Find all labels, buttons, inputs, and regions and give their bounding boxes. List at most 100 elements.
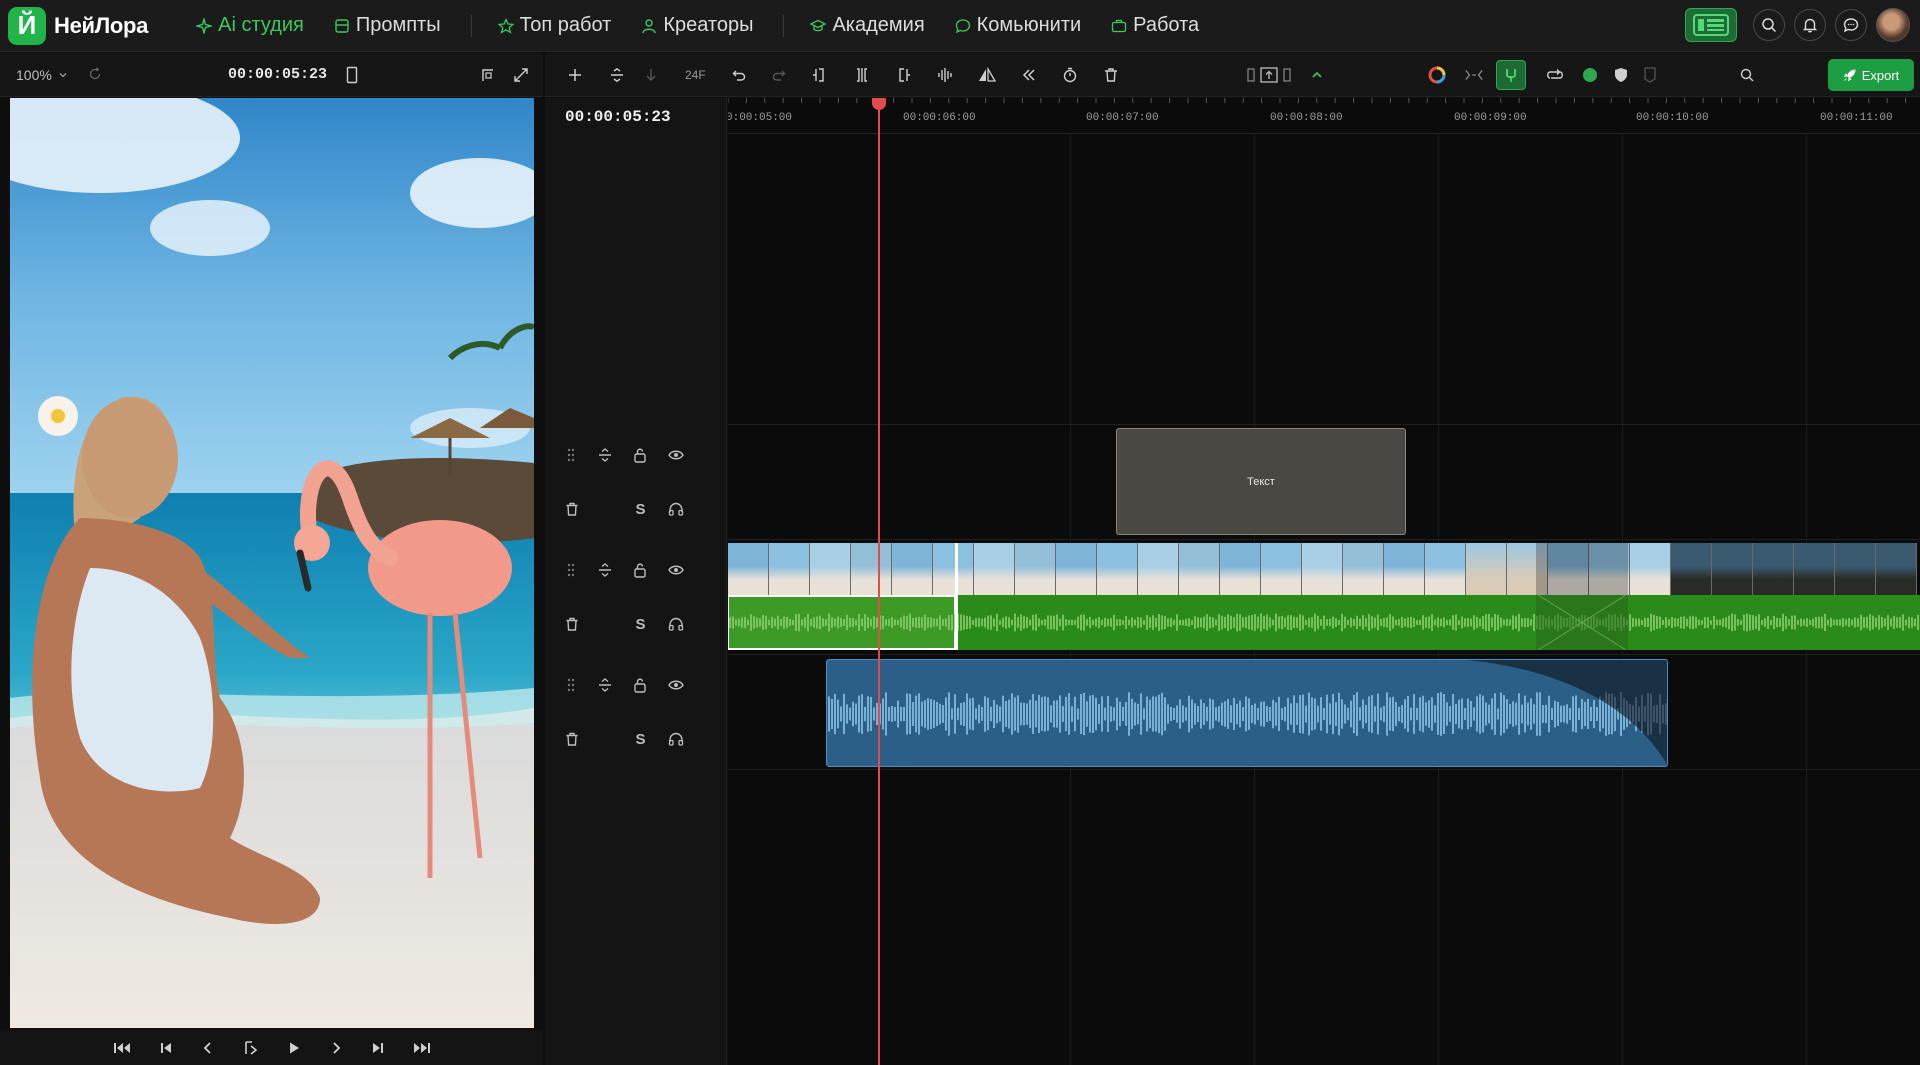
video-preview[interactable] xyxy=(10,98,534,1028)
time-ruler[interactable]: 0:00:05:00 00:00:06:00 00:00:07:00 00:00… xyxy=(728,98,1920,134)
track-height-icon[interactable] xyxy=(598,447,612,463)
track-divider xyxy=(728,424,1920,425)
play-icon[interactable] xyxy=(287,1041,301,1055)
trash-icon[interactable] xyxy=(565,731,579,747)
nav-item-creators[interactable]: Креаторы xyxy=(641,14,753,37)
crop-icon[interactable] xyxy=(480,67,496,83)
audio-split-button[interactable] xyxy=(935,65,955,85)
video-thumbnail xyxy=(1302,543,1343,595)
link-button[interactable] xyxy=(1464,65,1484,85)
previous-frame-icon[interactable] xyxy=(201,1041,215,1055)
nav-label: Топ работ xyxy=(519,14,612,36)
nav-item-ai-studio[interactable]: Ai студия xyxy=(196,14,304,37)
video-clip[interactable] xyxy=(728,543,1920,650)
transition-block[interactable] xyxy=(1536,543,1628,595)
rewind-button[interactable] xyxy=(1019,65,1039,85)
record-button[interactable] xyxy=(1580,65,1600,85)
lock-icon[interactable] xyxy=(633,562,647,578)
video-thumbnail xyxy=(933,543,974,595)
logo[interactable]: Й НейЛора xyxy=(8,6,148,45)
undo-button[interactable] xyxy=(729,65,749,85)
fit-frame-button[interactable] xyxy=(1247,65,1291,85)
video-thumbnail xyxy=(769,543,810,595)
track-height-icon[interactable] xyxy=(598,677,612,693)
lock-icon[interactable] xyxy=(633,447,647,463)
clip-split-marker[interactable] xyxy=(955,543,958,650)
next-frame-icon[interactable] xyxy=(329,1041,343,1055)
mirror-button[interactable] xyxy=(977,65,997,85)
magnet-button[interactable] xyxy=(1496,60,1526,90)
playhead[interactable] xyxy=(878,98,880,1065)
shield-button[interactable] xyxy=(1611,65,1631,85)
eye-icon[interactable] xyxy=(668,562,684,578)
video-thumbnail xyxy=(974,543,1015,595)
eye-icon[interactable] xyxy=(668,447,684,463)
nav-item-top-works[interactable]: Топ работ xyxy=(497,14,612,37)
chain-split-icon xyxy=(1465,70,1483,80)
drag-handle-icon[interactable] xyxy=(565,447,577,463)
reset-icon[interactable] xyxy=(88,67,102,81)
redo-button[interactable] xyxy=(769,65,789,85)
panel-layout-toggle[interactable] xyxy=(1685,8,1737,42)
user-avatar[interactable] xyxy=(1876,8,1910,42)
add-track-button[interactable] xyxy=(565,65,585,85)
export-button[interactable]: Export xyxy=(1828,59,1914,91)
nav-item-prompts[interactable]: Промпты xyxy=(334,14,441,37)
headphones-icon[interactable] xyxy=(668,616,684,632)
trash-icon[interactable] xyxy=(565,501,579,517)
headphones-icon[interactable] xyxy=(668,731,684,747)
trim-start-button[interactable] xyxy=(810,65,830,85)
track-height-button[interactable] xyxy=(607,65,627,85)
export-label: Export xyxy=(1861,67,1900,83)
video-thumbnail xyxy=(1835,543,1876,595)
messages-button[interactable] xyxy=(1835,9,1867,41)
eye-icon[interactable] xyxy=(668,677,684,693)
snap-down-button[interactable] xyxy=(641,65,661,85)
skip-to-start-icon[interactable] xyxy=(113,1041,131,1055)
nav-item-community[interactable]: Комьюнити xyxy=(955,14,1081,37)
solo-button[interactable]: S xyxy=(634,731,647,748)
color-wheel-icon xyxy=(1428,66,1446,84)
video-thumbnail xyxy=(1179,543,1220,595)
speed-button[interactable] xyxy=(1060,65,1080,85)
drag-handle-icon[interactable] xyxy=(565,562,577,578)
delete-button[interactable] xyxy=(1101,65,1121,85)
track-height-icon[interactable] xyxy=(598,562,612,578)
table-icon xyxy=(335,18,349,33)
video-thumbnail xyxy=(1876,543,1917,595)
skip-to-end-icon[interactable] xyxy=(413,1041,431,1055)
headphones-icon[interactable] xyxy=(668,501,684,517)
timeline-search-button[interactable] xyxy=(1737,65,1757,85)
nav-item-academy[interactable]: Академия xyxy=(810,14,925,37)
nav-item-jobs[interactable]: Работа xyxy=(1111,14,1199,37)
timeline[interactable]: 0:00:05:00 00:00:06:00 00:00:07:00 00:00… xyxy=(728,98,1920,1065)
search-button[interactable] xyxy=(1753,9,1785,41)
collapse-button[interactable] xyxy=(1307,65,1327,85)
top-navigation: Й НейЛора Ai студия Промпты Топ работ Кр… xyxy=(0,0,1920,52)
layout-panel-icon xyxy=(1693,14,1729,36)
split-button[interactable] xyxy=(852,65,872,85)
briefcase-icon xyxy=(1112,19,1127,32)
lock-icon[interactable] xyxy=(633,677,647,693)
aspect-ratio-icon[interactable] xyxy=(346,66,358,84)
next-clip-icon[interactable] xyxy=(371,1041,385,1055)
solo-button[interactable]: S xyxy=(634,501,647,518)
loop-button[interactable] xyxy=(1545,65,1565,85)
solo-button[interactable]: S xyxy=(634,616,647,633)
notifications-button[interactable] xyxy=(1794,9,1826,41)
fps-label[interactable]: 24F xyxy=(685,68,706,82)
mark-in-icon[interactable] xyxy=(243,1040,259,1055)
video-thumbnail xyxy=(1466,543,1507,595)
zoom-select[interactable]: 100% xyxy=(16,67,68,83)
sparkle-icon xyxy=(196,17,213,34)
trim-end-button[interactable] xyxy=(893,65,913,85)
ruler-label: 00:00:06:00 xyxy=(903,112,976,124)
color-button[interactable] xyxy=(1427,65,1447,85)
audio-clip[interactable] xyxy=(826,659,1668,767)
trash-icon[interactable] xyxy=(565,616,579,632)
fullscreen-icon[interactable] xyxy=(513,67,529,83)
marker-button[interactable] xyxy=(1640,65,1660,85)
drag-handle-icon[interactable] xyxy=(565,677,577,693)
text-clip[interactable]: Текст xyxy=(1116,428,1406,535)
previous-clip-icon[interactable] xyxy=(159,1041,173,1055)
